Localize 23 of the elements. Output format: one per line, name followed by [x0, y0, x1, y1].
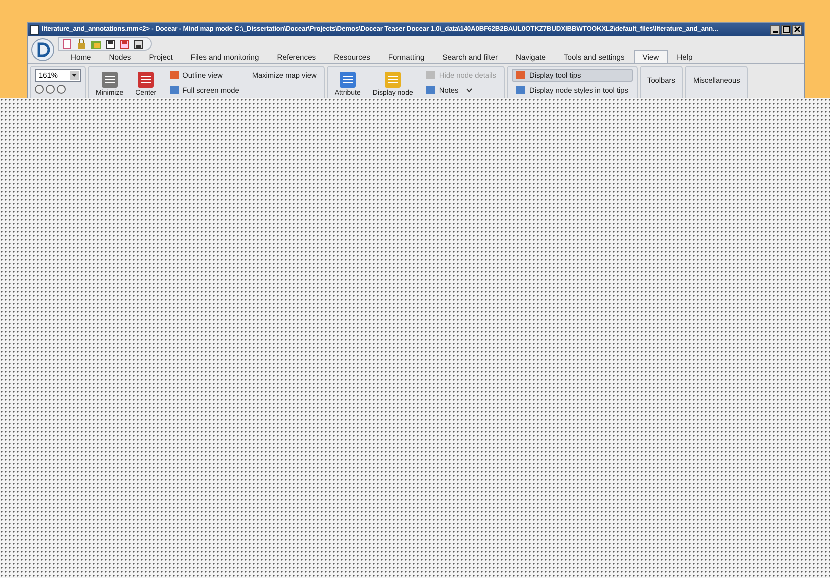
lock-icon[interactable]: [77, 39, 86, 49]
toggle-icon: [426, 86, 436, 95]
panel-icon: [137, 71, 156, 89]
toggle-icon: [516, 86, 526, 95]
close-button[interactable]: [792, 24, 802, 34]
save-all-icon[interactable]: [134, 40, 143, 48]
panel-icon: [100, 71, 119, 89]
toggle-icon: [426, 71, 436, 80]
minimize-button[interactable]: [770, 24, 780, 34]
maximize-icon: [782, 26, 790, 33]
toggle-icon: [170, 86, 180, 95]
caret-icon: [70, 71, 79, 80]
toggle-icon: [516, 71, 526, 80]
maximize-button[interactable]: [781, 24, 791, 34]
document-icon: [30, 24, 39, 34]
panel-icon: [338, 71, 357, 89]
save-as-icon[interactable]: [120, 40, 129, 48]
panel-icon: [384, 71, 402, 89]
close-icon: [794, 26, 800, 33]
new-file-icon[interactable]: [63, 39, 72, 49]
toggle-icon: [170, 71, 180, 80]
app-logo-icon[interactable]: [31, 38, 55, 62]
save-icon[interactable]: [106, 40, 115, 48]
